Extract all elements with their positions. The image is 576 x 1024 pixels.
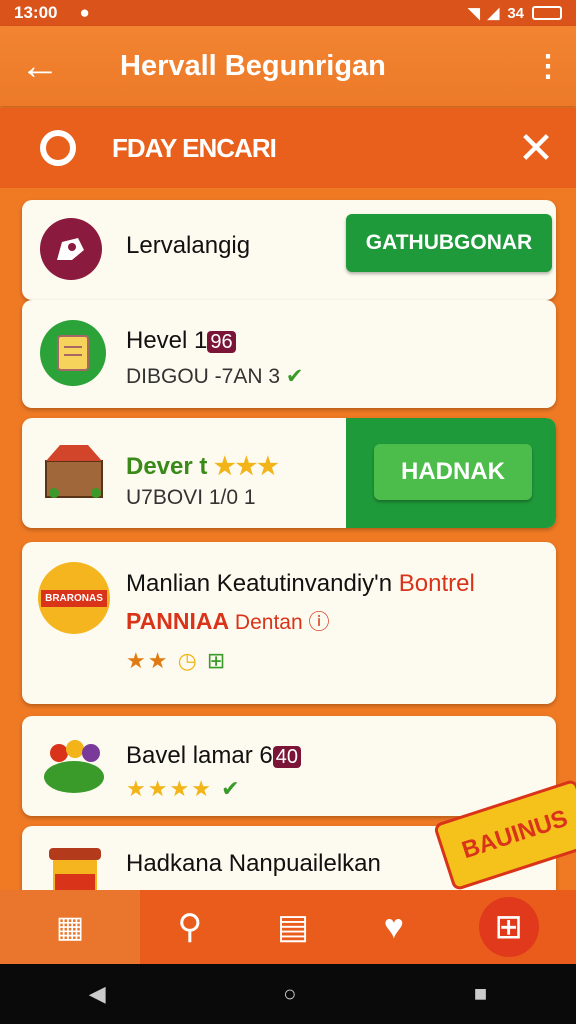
level-badge: 40 xyxy=(272,746,301,768)
star-icon: ★ xyxy=(126,648,148,673)
star-icon: ★ xyxy=(147,776,170,801)
overflow-menu-button[interactable]: ⋮ xyxy=(520,26,576,106)
level-badge: 96 xyxy=(207,331,236,353)
item-stats: ★★ ◷ ⊞ xyxy=(126,648,227,674)
item-subtitle: U7BOVI 1/0 1 xyxy=(126,486,256,509)
item-subtitle: PANNIAA Dentan ⓘ xyxy=(126,606,329,636)
item-title: Dever t ★★★ xyxy=(126,452,279,481)
calendar-icon[interactable]: ▤ xyxy=(277,907,309,947)
app-bar: ← Hervall Begunrigan ⋮ xyxy=(0,26,576,106)
arrow-left-icon: ← xyxy=(20,43,60,88)
status-bar: 13:00 ● ◥ ◢ 34 xyxy=(0,0,576,26)
item-title-text: Dever t xyxy=(126,453,208,480)
nav-home-button[interactable]: ▦ xyxy=(0,890,140,964)
apps-icon: ⊞ xyxy=(494,908,523,946)
item-title-suffix: Bontrel xyxy=(398,570,475,597)
rating-stars: ★★★★ ✔ xyxy=(126,776,242,802)
rating-stars: ★★★ xyxy=(214,453,279,480)
star-icon: ★ xyxy=(191,776,213,801)
bottom-nav: ▦ ⚲ ▤ ♥ ⊞ xyxy=(0,890,576,964)
heart-icon[interactable]: ♥ xyxy=(384,908,404,947)
sprout-icon: ✔ xyxy=(221,776,242,801)
close-button[interactable]: ✕ xyxy=(496,108,576,188)
leaf-icon xyxy=(40,218,102,280)
basket-icon xyxy=(38,732,110,800)
clock-icon: ◷ xyxy=(177,648,199,673)
list-item[interactable]: BRARONAS Manlian Keatutinvandiy'n Bontre… xyxy=(22,542,556,704)
overflow-menu-icon: ⋮ xyxy=(533,49,563,83)
battery-icon xyxy=(532,6,562,20)
app-title: Hervall Begunrigan xyxy=(120,49,386,82)
back-button[interactable]: ← xyxy=(0,26,80,106)
back-triangle-icon[interactable]: ◀ xyxy=(89,981,106,1007)
item-title: Hadkana Nanpuailelkan xyxy=(126,850,381,877)
promo-label: BAUINUS xyxy=(458,804,572,865)
item-subtitle-highlight: PANNIAA xyxy=(126,608,230,634)
badge-icon: BRARONAS xyxy=(38,562,110,634)
info-icon: ⓘ xyxy=(308,611,330,634)
item-subtitle: DIBGOU -7AN 3 ✔ xyxy=(126,364,304,389)
sprout-icon: ✔ xyxy=(285,365,304,388)
status-time: 13:00 xyxy=(14,3,58,22)
close-icon: ✕ xyxy=(517,123,555,173)
item-title: Manlian Keatutinvandiy'n Bontrel xyxy=(126,570,475,598)
item-action-button[interactable]: HADNAK xyxy=(374,444,532,500)
badge-icon-label: BRARONAS xyxy=(41,589,107,607)
search-ring-icon xyxy=(40,130,76,166)
item-title-text: Hevel 1 xyxy=(126,327,208,354)
item-subtitle-text: DIBGOU -7AN 3 xyxy=(126,365,281,388)
battery-level: 34 xyxy=(507,4,524,22)
notification-icon: ● xyxy=(79,3,90,22)
search-icon[interactable]: ⚲ xyxy=(177,907,202,947)
home-circle-icon[interactable]: ○ xyxy=(283,981,296,1007)
crate-icon xyxy=(38,436,110,506)
list-item[interactable]: Lervalangig GATHUBGONAR xyxy=(22,200,556,300)
item-subtitle-text: Dentan xyxy=(234,611,303,634)
grid-icon: ⊞ xyxy=(206,648,228,673)
action-panel: HADNAK xyxy=(346,418,556,528)
star-icon: ★ xyxy=(169,776,192,801)
note-icon xyxy=(40,320,106,386)
item-title: Bavel lamar 6 40 xyxy=(126,742,301,770)
star-icon: ★ xyxy=(147,648,170,673)
nav-more-button[interactable]: ⊞ xyxy=(478,897,539,957)
recents-square-icon[interactable]: ■ xyxy=(474,981,487,1007)
item-title-text: Manlian Keatutinvandiy'n xyxy=(126,570,393,597)
grid-icon: ▦ xyxy=(55,910,85,944)
list-item[interactable]: Bavel lamar 6 40 ★★★★ ✔ xyxy=(22,716,556,816)
wifi-icon: ◥ xyxy=(468,5,480,22)
search-label: FDAY ENCARI xyxy=(112,132,277,163)
item-action-button[interactable]: GATHUBGONAR xyxy=(346,214,552,272)
list-item[interactable]: Hevel 1 96 DIBGOU -7AN 3 ✔ xyxy=(22,300,556,408)
search-bar[interactable]: FDAY ENCARI ✕ xyxy=(0,108,576,188)
signal-icon: ◢ xyxy=(487,5,500,22)
list-item[interactable]: Dever t ★★★ U7BOVI 1/0 1 HADNAK xyxy=(22,418,556,528)
item-title: Hevel 1 96 xyxy=(126,327,236,355)
item-title: Lervalangig xyxy=(126,232,251,259)
item-title-text: Bavel lamar 6 xyxy=(126,742,273,769)
star-icon: ★ xyxy=(126,776,148,801)
system-nav-bar: ◀ ○ ■ xyxy=(0,964,576,1024)
